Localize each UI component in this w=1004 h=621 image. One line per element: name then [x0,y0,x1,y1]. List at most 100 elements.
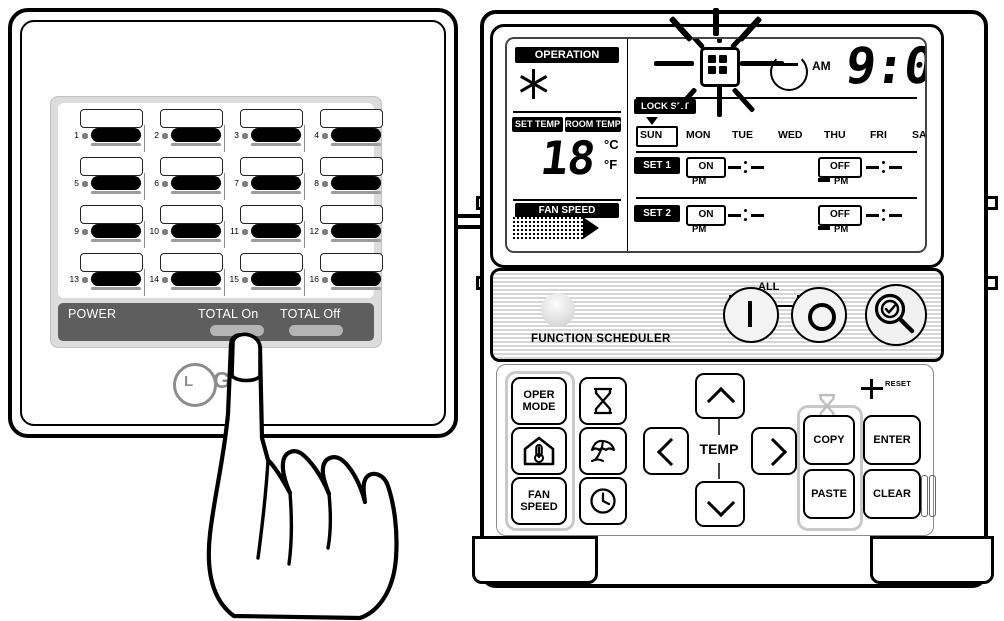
zone-button[interactable] [171,272,221,286]
zone-button[interactable] [91,224,141,238]
lcd-schedule-column: AM 9:00 LOCK SET SUNMONTUEWEDTHUFRISAT S… [627,39,925,251]
holiday-key[interactable] [579,427,627,475]
lcd-screen: OPERATION SET TEMP ROOM TEMP 18 °C °F FA… [505,37,927,253]
fan-speed-key[interactable]: FAN SPEED [511,477,567,525]
four-dot-grid-icon [700,47,740,87]
zone-led [322,229,328,235]
zone-name-label [320,157,383,176]
zone-number: 5 [74,178,79,188]
on-label: ON [686,157,726,178]
zone-number: 13 [69,274,79,284]
paste-key[interactable]: PASTE [803,469,855,519]
chevron-left-icon [656,437,686,467]
off-pm-marker [818,226,830,230]
room-temp-key[interactable] [511,427,567,475]
zone-button[interactable] [91,176,141,190]
blink-ray-outer-top [713,8,719,36]
zone-button-shadow [251,143,301,146]
zone-led [242,133,248,139]
zone-cell[interactable]: 15 [226,253,305,298]
off-pm-marker [818,178,830,182]
temp-up-key[interactable] [695,373,745,419]
function-scheduler-strip: FUNCTION SCHEDULER ALL [490,268,944,362]
foot-left [472,536,598,584]
temp-down-key[interactable] [695,481,745,527]
fan-speed-label: FAN SPEED [515,203,619,218]
zone-name-label [320,205,383,224]
zone-button[interactable] [251,176,301,190]
zone-button-shadow [251,191,301,194]
zone-cell[interactable]: 3 [226,109,305,154]
zone-name-label [320,253,383,272]
temp-left-key[interactable] [643,427,689,475]
zone-button-panel: 1 2 3 4 5 6 7 8 9 10 11 12 13 14 15 16 POWER TOTAL On T… [50,96,383,348]
zone-led [322,277,328,283]
check-schedule-button[interactable] [865,284,927,346]
zone-cell[interactable]: 1 [66,109,145,154]
zone-led [242,229,248,235]
zone-cell[interactable]: 11 [226,205,305,250]
zone-button-shadow [171,191,221,194]
zone-button-shadow [91,191,141,194]
zone-led [82,133,88,139]
zone-button[interactable] [171,224,221,238]
zone-divider [143,125,145,152]
clock-key[interactable] [579,477,627,525]
zone-cell[interactable]: 13 [66,253,145,298]
zone-cell[interactable]: 10 [146,205,225,250]
zone-cell[interactable]: 6 [146,157,225,202]
zone-cell[interactable]: 16 [306,253,383,298]
function-scheduler-title: FUNCTION SCHEDULER [531,333,671,345]
day-label-wed: WED [778,129,803,141]
all-on-button[interactable] [723,287,779,343]
zone-cell[interactable]: 5 [66,157,145,202]
blink-ray-bottom [717,85,722,117]
oper-mode-key[interactable]: OPER MODE [511,377,567,425]
chevron-down-icon [706,488,736,518]
temp-right-key[interactable] [751,427,797,475]
zone-button[interactable] [91,128,141,142]
zone-button[interactable] [331,272,381,286]
schedule-circle-bar [774,63,798,67]
zone-button[interactable] [171,176,221,190]
zone-name-label [160,205,223,224]
zone-number: 1 [74,130,79,140]
zone-button[interactable] [91,272,141,286]
zone-button[interactable] [331,224,381,238]
zone-button[interactable] [251,128,301,142]
zone-cell[interactable]: 9 [66,205,145,250]
day-label-tue: TUE [732,129,753,141]
oper-mode-line1: OPER [523,389,555,401]
zone-button[interactable] [331,128,381,142]
timer-key[interactable] [579,377,627,425]
clear-key[interactable]: CLEAR [863,469,921,519]
enter-key[interactable]: ENTER [863,415,921,465]
zone-button[interactable] [171,128,221,142]
on-meridiem: PM [692,176,707,187]
zone-cell[interactable]: 12 [306,205,383,250]
fan-speed-line2: SPEED [520,501,558,513]
zone-led [162,277,168,283]
zone-led [322,181,328,187]
zone-button[interactable] [331,176,381,190]
celsius-unit: °C [604,137,619,152]
zone-cell[interactable]: 2 [146,109,225,154]
zone-cell[interactable]: 4 [306,109,383,154]
zone-cell[interactable]: 7 [226,157,305,202]
zone-button[interactable] [251,272,301,286]
zone-divider [303,221,305,248]
zone-button[interactable] [251,224,301,238]
zone-divider [223,173,225,200]
power-on-bar-icon [748,301,752,327]
day-label-thu: THU [824,129,846,141]
zone-cell[interactable]: 8 [306,157,383,202]
operation-label: OPERATION [515,47,619,63]
zone-led [162,133,168,139]
all-off-button[interactable] [791,287,847,343]
zone-led [162,229,168,235]
lcd-divider-2 [513,199,621,201]
hourglass-icon [593,387,613,415]
zone-cell[interactable]: 14 [146,253,225,298]
copy-key[interactable]: COPY [803,415,855,465]
zone-led [82,277,88,283]
